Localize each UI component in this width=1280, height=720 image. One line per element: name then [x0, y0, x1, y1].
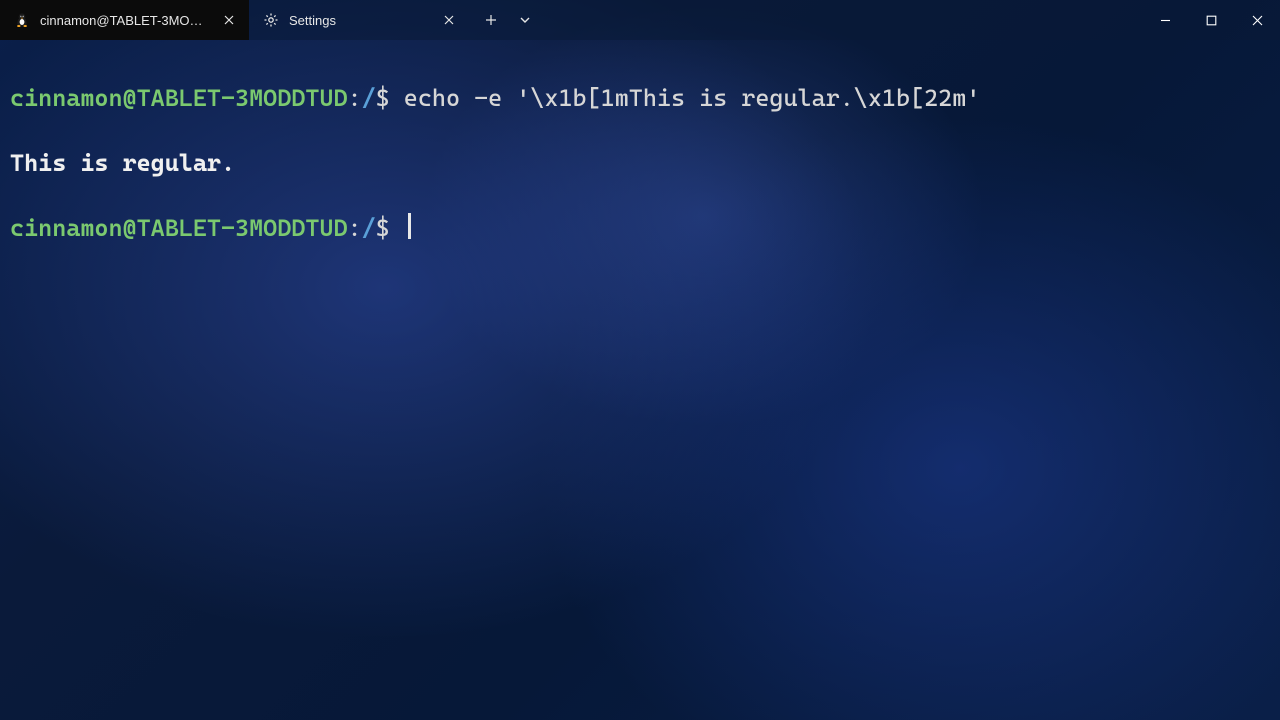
maximize-icon — [1206, 15, 1217, 26]
prompt-path: / — [362, 84, 376, 112]
tab-settings[interactable]: Settings — [249, 0, 469, 40]
prompt-separator: : — [348, 214, 362, 242]
gear-icon — [263, 12, 279, 28]
terminal-area[interactable]: cinnamon@TABLET-3MODDTUD:/$ echo -e '\x1… — [0, 40, 1280, 319]
titlebar[interactable]: cinnamon@TABLET-3MODDTU Sett — [0, 0, 1280, 40]
chevron-down-icon — [519, 14, 531, 26]
plus-icon — [485, 14, 497, 26]
window-controls — [1142, 0, 1280, 40]
window-close-button[interactable] — [1234, 0, 1280, 40]
minimize-button[interactable] — [1142, 0, 1188, 40]
close-icon — [224, 15, 234, 25]
prompt-path: / — [362, 214, 376, 242]
tab-title: cinnamon@TABLET-3MODDTU — [40, 13, 205, 28]
prompt-separator: : — [348, 84, 362, 112]
tab-strip: cinnamon@TABLET-3MODDTU Sett — [0, 0, 469, 40]
terminal-window: cinnamon@TABLET-3MODDTU Sett — [0, 0, 1280, 720]
prompt-user-host: cinnamon@TABLET-3MODDTUD — [10, 214, 348, 242]
prompt-user-host: cinnamon@TABLET-3MODDTUD — [10, 84, 348, 112]
tab-close-button[interactable] — [221, 12, 237, 28]
minimize-icon — [1160, 15, 1171, 26]
maximize-button[interactable] — [1188, 0, 1234, 40]
prompt-symbol: $ — [376, 84, 390, 112]
tab-close-button[interactable] — [441, 12, 457, 28]
new-tab-button[interactable] — [475, 4, 507, 36]
terminal-line: cinnamon@TABLET-3MODDTUD:/$ echo -e '\x1… — [10, 82, 1270, 114]
tab-title: Settings — [289, 13, 425, 28]
titlebar-drag-area[interactable] — [547, 0, 1142, 40]
close-icon — [444, 15, 454, 25]
close-icon — [1252, 15, 1263, 26]
tux-icon — [14, 12, 30, 28]
tab-dropdown-button[interactable] — [509, 4, 541, 36]
prompt-symbol: $ — [376, 214, 390, 242]
tab-shell[interactable]: cinnamon@TABLET-3MODDTU — [0, 0, 249, 40]
cursor — [408, 213, 411, 239]
output-text: This is regular. — [10, 149, 235, 177]
terminal-line: This is regular. — [10, 147, 1270, 179]
terminal-line: cinnamon@TABLET-3MODDTUD:/$ — [10, 212, 1270, 244]
tab-controls — [469, 0, 547, 40]
command-text: echo -e '\x1b[1mThis is regular.\x1b[22m… — [404, 84, 981, 112]
